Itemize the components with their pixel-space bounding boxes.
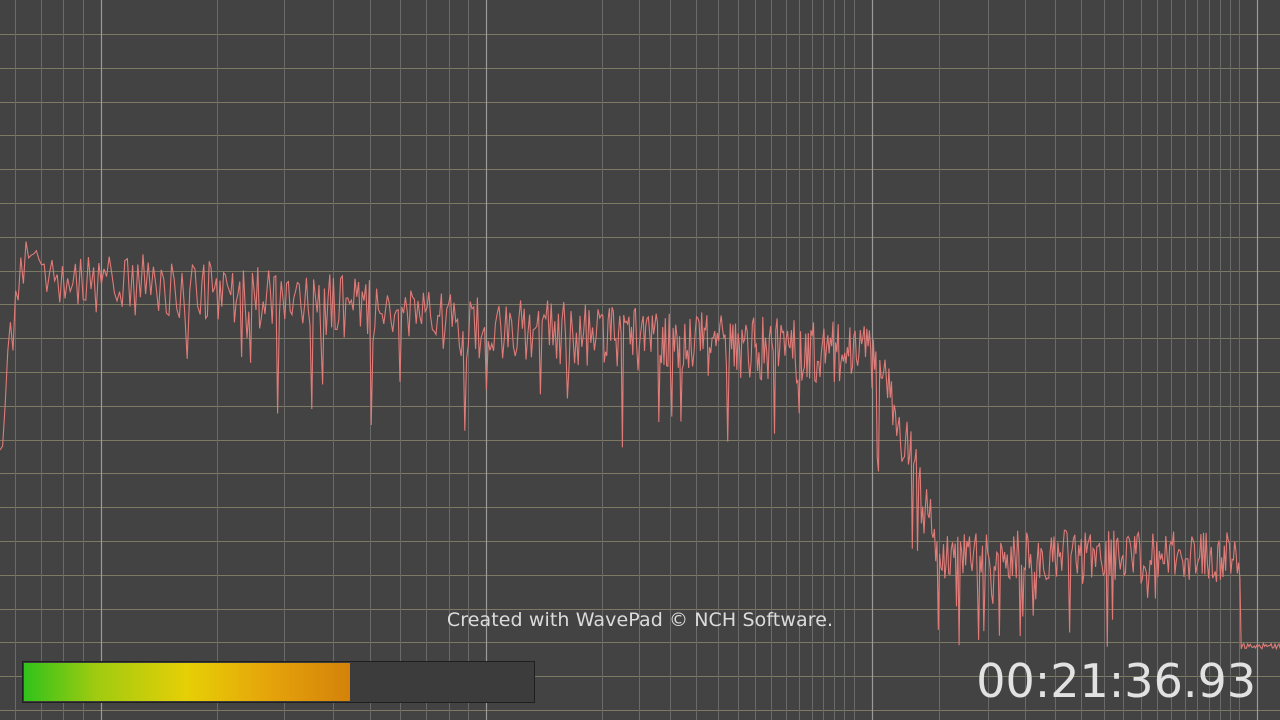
time-readout: 00:21:36.93 (976, 654, 1256, 708)
level-meter-fill (24, 663, 350, 701)
watermark-text: Created with WavePad © NCH Software. (446, 609, 834, 631)
level-meter (22, 661, 535, 703)
